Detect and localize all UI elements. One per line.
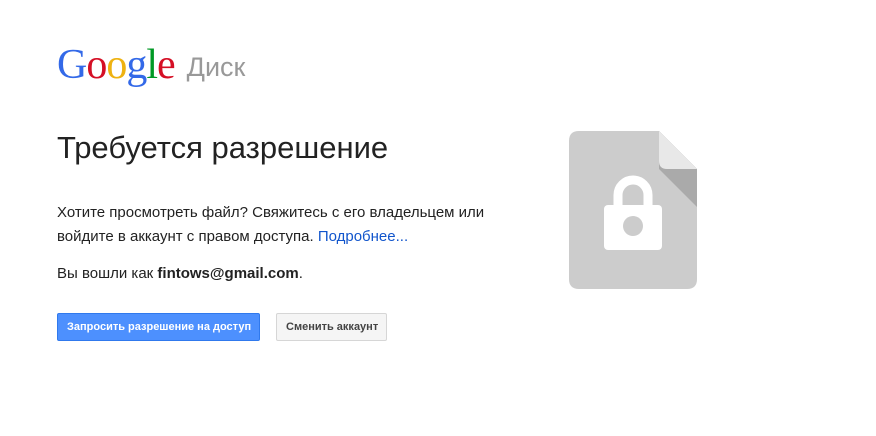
logo-letter: o — [86, 42, 107, 88]
permission-required-page: G o o g l e Диск Требуется разрешение Хо… — [0, 0, 876, 436]
product-name: Диск — [186, 52, 246, 82]
switch-account-button[interactable]: Сменить аккаунт — [276, 313, 387, 341]
logo-letter: l — [146, 42, 158, 88]
logo-letter: e — [157, 42, 176, 88]
signed-in-suffix: . — [298, 265, 303, 282]
signed-in-info: Вы вошли как fintows@gmail.com. — [57, 263, 303, 285]
learn-more-link[interactable]: Подробнее... — [318, 228, 408, 245]
request-access-button[interactable]: Запросить разрешение на доступ — [57, 313, 260, 341]
logo-letter: G — [57, 42, 87, 88]
signed-in-email: fintows@gmail.com — [157, 265, 299, 282]
header: G o o g l e Диск — [57, 38, 245, 86]
google-logo: G o o g l e — [57, 42, 176, 88]
locked-file-icon — [569, 131, 697, 289]
file-fold-corner — [659, 131, 697, 169]
logo-letter: o — [106, 42, 127, 88]
description-text: Хотите просмотреть файл? Свяжитесь с его… — [57, 204, 485, 245]
permission-description: Хотите просмотреть файл? Свяжитесь с его… — [57, 201, 507, 249]
signed-in-prefix: Вы вошли как — [57, 265, 154, 282]
logo-letter: g — [126, 42, 147, 88]
page-title: Требуется разрешение — [57, 130, 389, 165]
lock-keyhole — [623, 216, 643, 236]
